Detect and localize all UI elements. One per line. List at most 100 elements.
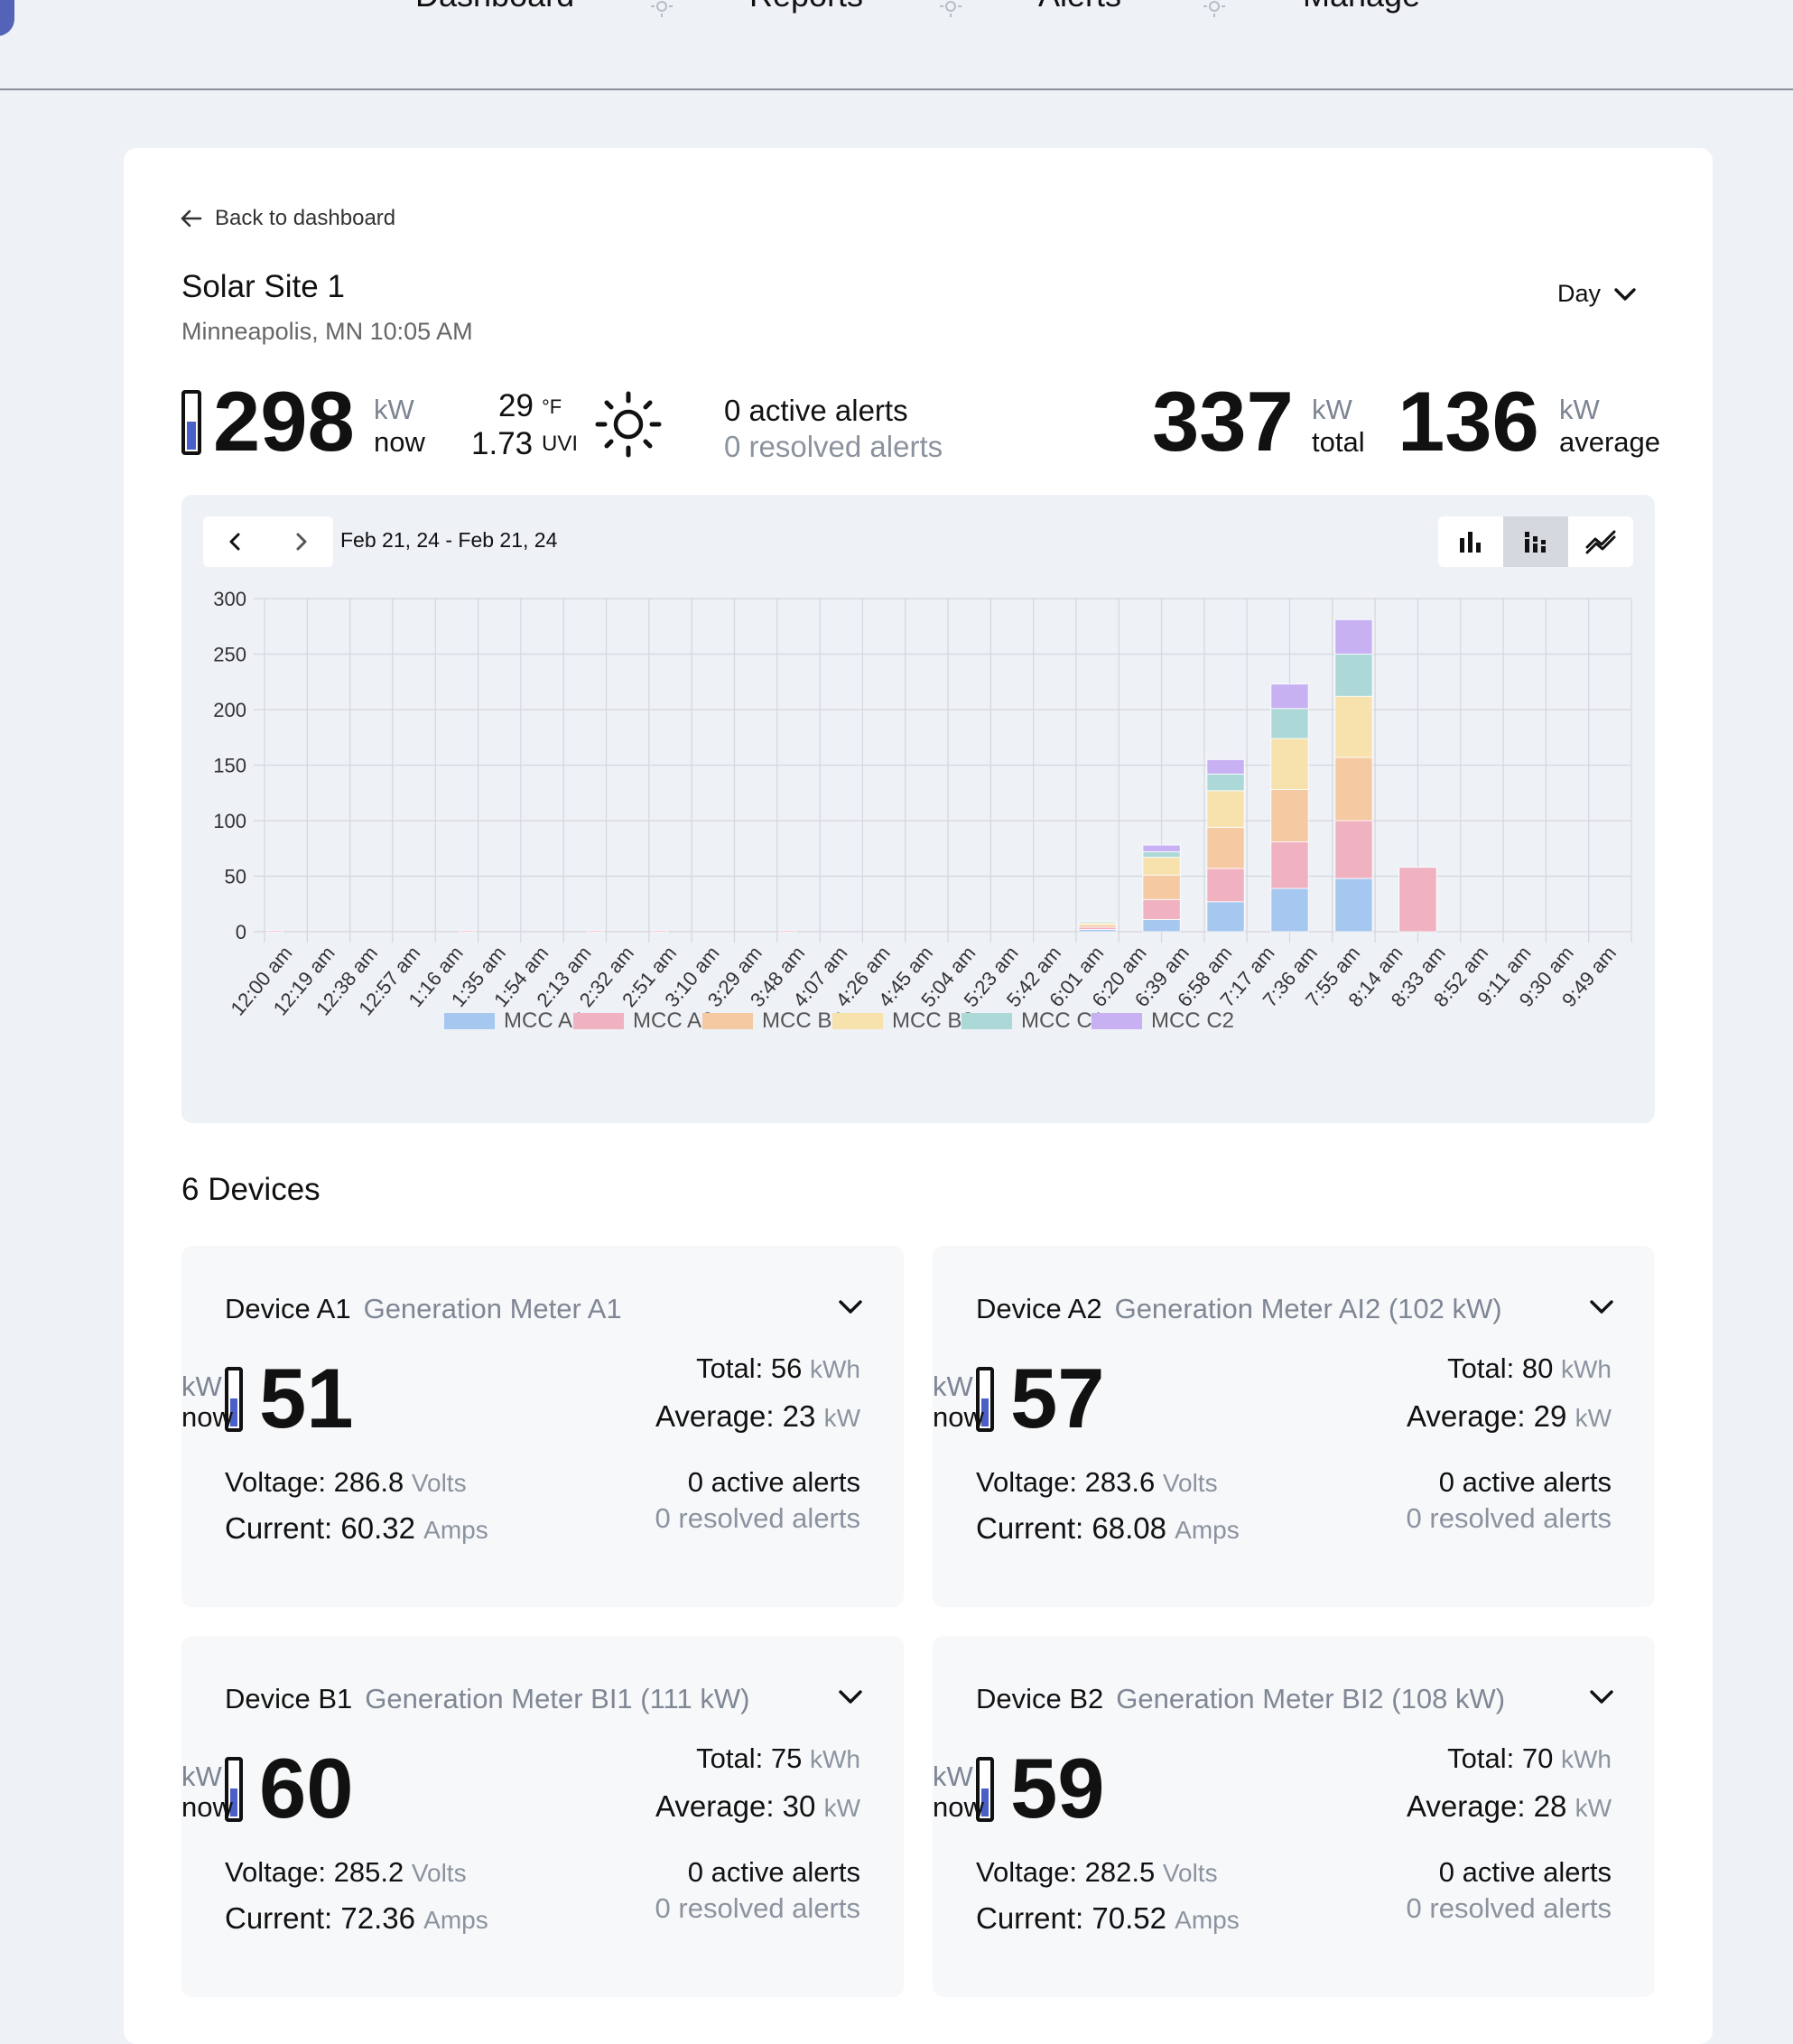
arrow-left-icon: [181, 209, 202, 228]
temperature-value: 29: [498, 388, 534, 423]
chart-bar-segment: [1142, 919, 1181, 933]
top-navigation: Dashboard Reports Alerts Manage: [0, 0, 1793, 90]
chart-bar-segment: [1334, 695, 1373, 758]
chevron-down-icon[interactable]: [837, 1688, 864, 1706]
nav-item-manage[interactable]: Manage: [1303, 0, 1420, 14]
chart-bar-segment: [587, 930, 604, 933]
chart-bar-segment: [1142, 844, 1181, 852]
device-average-unit: kW: [823, 1404, 860, 1432]
device-total-unit: kWh: [1561, 1745, 1612, 1773]
chart-view-toggle: [1438, 516, 1633, 567]
average-unit: kW: [1559, 394, 1600, 425]
device-voltage-unit: Volts: [411, 1469, 467, 1497]
device-average: Average: 29 kW: [1407, 1399, 1612, 1434]
back-to-dashboard-link[interactable]: Back to dashboard: [181, 206, 395, 231]
device-voltage-label: Voltage:: [225, 1856, 327, 1888]
period-dropdown[interactable]: Day: [1557, 280, 1637, 308]
chart-bar-segment: [1142, 857, 1181, 876]
chart-bar-segment: [1142, 898, 1181, 920]
device-voltage-label: Voltage:: [976, 1856, 1078, 1888]
device-active-alerts[interactable]: 0 active alerts: [1439, 1466, 1612, 1499]
chevron-down-icon[interactable]: [1588, 1688, 1615, 1706]
bar-view-button[interactable]: [1438, 516, 1503, 567]
device-total: Total: 70 kWh: [1447, 1742, 1612, 1775]
line-view-button[interactable]: [1568, 516, 1633, 567]
chevron-left-icon[interactable]: [225, 531, 246, 553]
device-resolved-alerts[interactable]: 0 resolved alerts: [655, 1892, 860, 1925]
site-title: Solar Site 1: [181, 269, 345, 304]
chart-bar-segment: [1270, 887, 1309, 933]
nav-item-dashboard[interactable]: Dashboard: [415, 0, 574, 14]
device-resolved-alerts[interactable]: 0 resolved alerts: [1407, 1892, 1612, 1925]
device-title: Device B1: [225, 1683, 353, 1714]
chevron-down-icon[interactable]: [1588, 1298, 1615, 1316]
device-card[interactable]: Device A1 Generation Meter A1 51 kW now Total…: [181, 1246, 904, 1607]
date-navigator: [203, 516, 333, 567]
device-average: Average: 30 kW: [655, 1789, 860, 1824]
device-total-value: 80: [1521, 1352, 1554, 1384]
device-voltage-unit: Volts: [1162, 1859, 1218, 1887]
nav-item-reports[interactable]: Reports: [749, 0, 863, 14]
device-power-value: 57: [1010, 1351, 1105, 1445]
device-average-value: 30: [782, 1789, 816, 1823]
uvi-unit: UVI: [542, 432, 579, 456]
device-average-value: 29: [1533, 1399, 1567, 1433]
legend-label: MCC A2: [633, 1008, 713, 1033]
device-resolved-alerts[interactable]: 0 resolved alerts: [655, 1502, 860, 1535]
device-voltage: Voltage: 286.8 Volts: [225, 1466, 467, 1499]
chart-bar-segment: [1334, 757, 1373, 822]
device-resolved-alerts[interactable]: 0 resolved alerts: [1407, 1502, 1612, 1535]
chevron-right-icon[interactable]: [290, 531, 311, 553]
device-active-alerts[interactable]: 0 active alerts: [688, 1856, 860, 1889]
device-total-value: 70: [1521, 1742, 1554, 1774]
device-voltage-unit: Volts: [1162, 1469, 1218, 1497]
device-total-value: 56: [770, 1352, 803, 1384]
nav-item-alerts[interactable]: Alerts: [1038, 0, 1121, 14]
chart-bar-segment: [1334, 820, 1373, 879]
chart-bar-segment: [266, 930, 284, 933]
device-average-value: 23: [782, 1399, 816, 1433]
power-level-indicator: [181, 390, 201, 455]
sun-icon: [1203, 1, 1225, 17]
power-level-fill: [187, 421, 196, 450]
chart-bar-segment: [1206, 758, 1245, 775]
device-current-unit: Amps: [1175, 1516, 1240, 1544]
device-description: Generation Meter BI2 (108 kW): [1116, 1683, 1506, 1714]
total-value: 337: [1152, 374, 1294, 469]
device-active-alerts[interactable]: 0 active alerts: [688, 1466, 860, 1499]
chart-bar-segment: [1270, 683, 1309, 710]
bar-chart-icon: [1460, 532, 1481, 553]
stacked-bar-view-button[interactable]: [1503, 516, 1568, 567]
active-alerts[interactable]: 0 active alerts: [724, 394, 908, 428]
resolved-alerts[interactable]: 0 resolved alerts: [724, 430, 943, 464]
device-name: Device B1 Generation Meter BI1 (111 kW): [225, 1683, 749, 1715]
device-current-label: Current:: [225, 1901, 333, 1935]
avatar[interactable]: [0, 0, 14, 36]
device-card[interactable]: Device B2 Generation Meter BI2 (108 kW) 59…: [933, 1636, 1655, 1997]
device-voltage: Voltage: 285.2 Volts: [225, 1856, 467, 1889]
device-average: Average: 28 kW: [1407, 1789, 1612, 1824]
power-chart: 05010015020025030012:00 am12:19 am12:38 …: [213, 588, 1632, 1033]
legend-swatch: [962, 1013, 1012, 1029]
device-card[interactable]: Device B1 Generation Meter BI1 (111 kW) 60…: [181, 1636, 904, 1997]
device-current-unit: Amps: [423, 1516, 488, 1544]
line-chart-icon: [1585, 530, 1616, 554]
date-range-label: Feb 21, 24 - Feb 21, 24: [340, 528, 558, 552]
device-name: Device B2 Generation Meter BI2 (108 kW): [976, 1683, 1505, 1715]
device-active-alerts[interactable]: 0 active alerts: [1439, 1856, 1612, 1889]
device-card[interactable]: Device A2 Generation Meter AI2 (102 kW) 57…: [933, 1246, 1655, 1607]
y-tick-label: 50: [225, 866, 246, 888]
chart-bar-segment: [1206, 901, 1245, 933]
device-average: Average: 23 kW: [655, 1399, 860, 1434]
legend-label: MCC A1: [504, 1008, 584, 1033]
legend-swatch: [832, 1013, 883, 1029]
chevron-down-icon[interactable]: [837, 1298, 864, 1316]
legend-label: MCC C2: [1151, 1008, 1234, 1033]
back-link-label: Back to dashboard: [215, 206, 396, 230]
device-voltage: Voltage: 283.6 Volts: [976, 1466, 1218, 1499]
y-tick-label: 250: [213, 644, 246, 666]
device-current-value: 68.08: [1092, 1511, 1166, 1545]
device-voltage-label: Voltage:: [976, 1466, 1078, 1498]
device-current-value: 70.52: [1092, 1901, 1166, 1935]
chart-bar-segment: [1142, 851, 1181, 858]
